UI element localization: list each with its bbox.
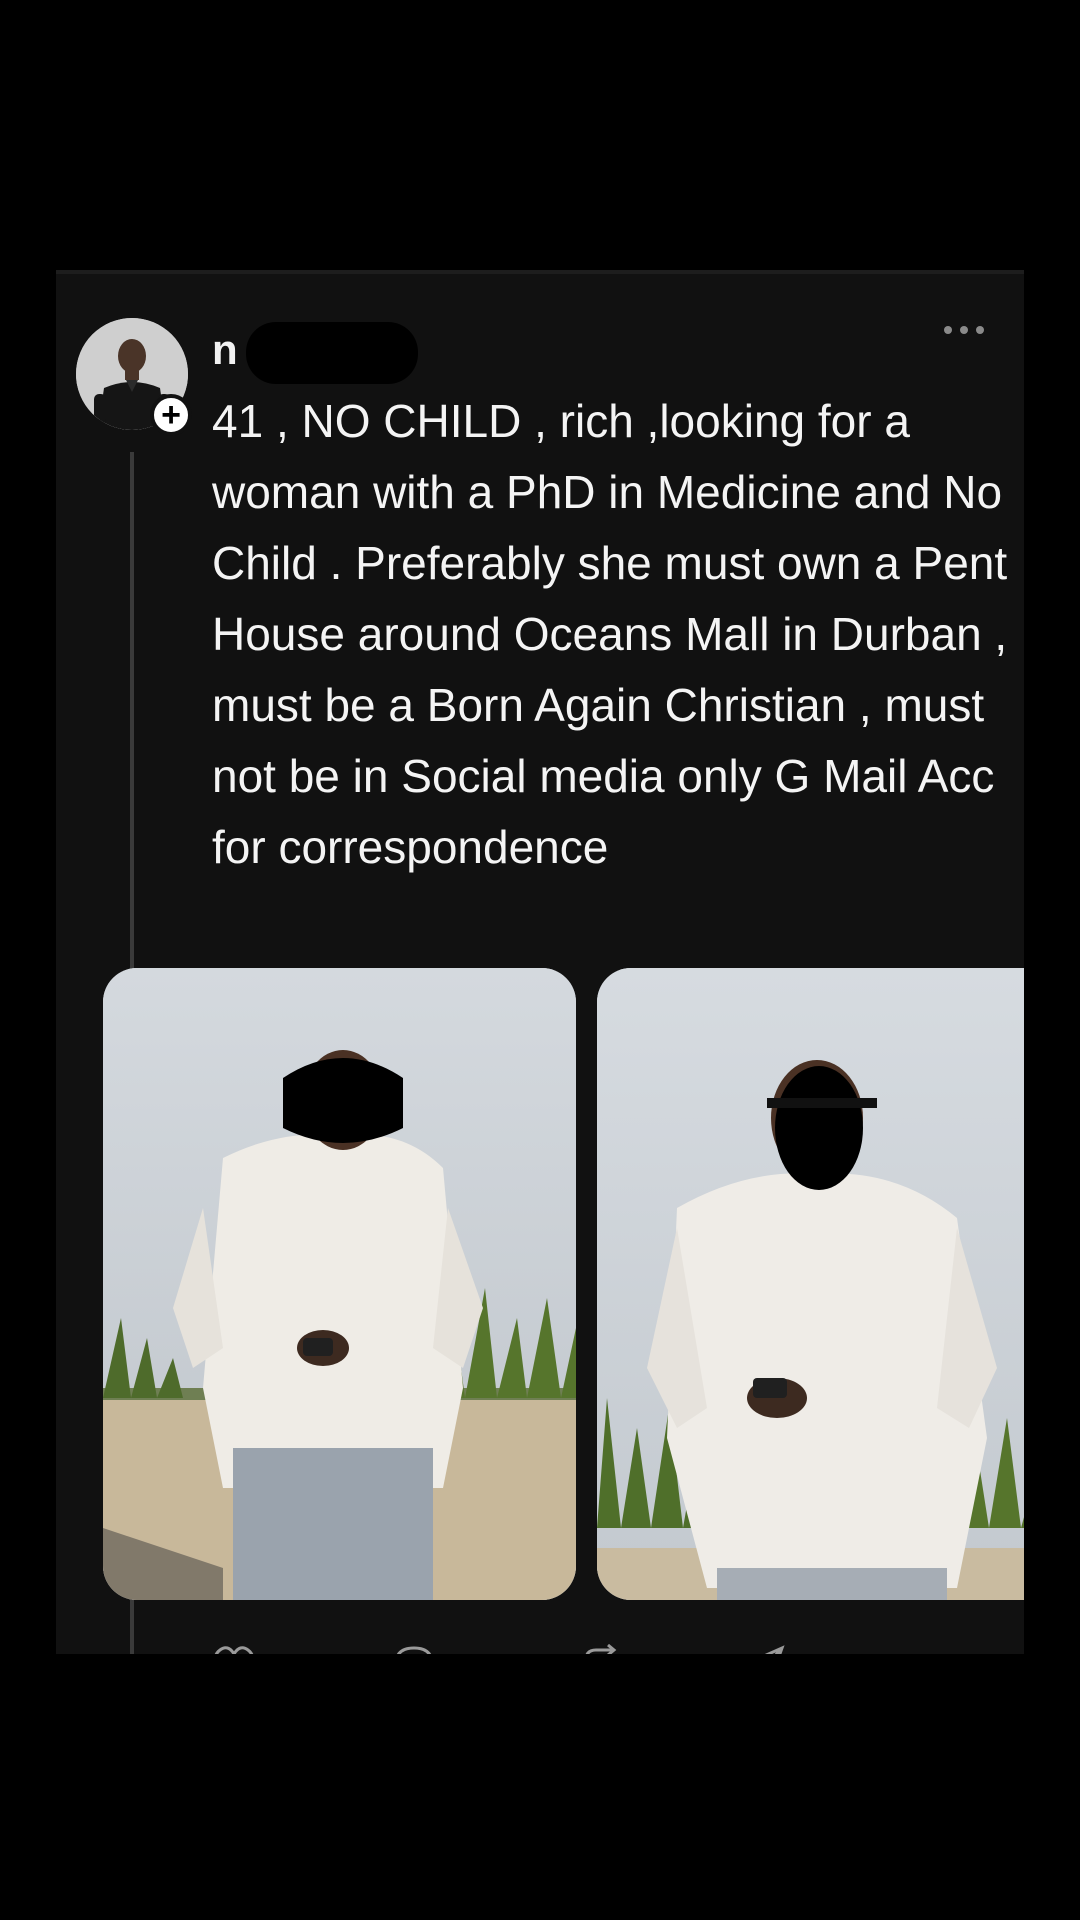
- repost-icon[interactable]: [578, 1644, 622, 1654]
- post-photo[interactable]: [103, 968, 576, 1600]
- action-bar: [212, 1644, 812, 1654]
- username[interactable]: n a: [212, 322, 418, 384]
- thread-post-card[interactable]: + n a 16h 41 , NO CHILD , rich ,looking …: [56, 270, 1024, 1654]
- post-text: 41 , NO CHILD , rich ,looking for a woma…: [212, 395, 1008, 873]
- follow-button[interactable]: +: [150, 394, 192, 436]
- screen: + n a 16h 41 , NO CHILD , rich ,looking …: [0, 0, 1080, 1920]
- comment-icon[interactable]: [392, 1644, 436, 1654]
- photo-man-white-shirt: [103, 968, 576, 1600]
- post-header: n a 16h: [212, 320, 418, 384]
- photo-man-white-shirt: [597, 968, 1024, 1600]
- post-photo[interactable]: [597, 968, 1024, 1600]
- username-redaction: [246, 322, 418, 384]
- heart-icon[interactable]: [212, 1644, 256, 1654]
- share-icon[interactable]: [742, 1644, 786, 1654]
- more-horizontal-icon[interactable]: [944, 324, 984, 336]
- plus-icon: +: [161, 396, 181, 434]
- media-carousel[interactable]: [103, 968, 1024, 1600]
